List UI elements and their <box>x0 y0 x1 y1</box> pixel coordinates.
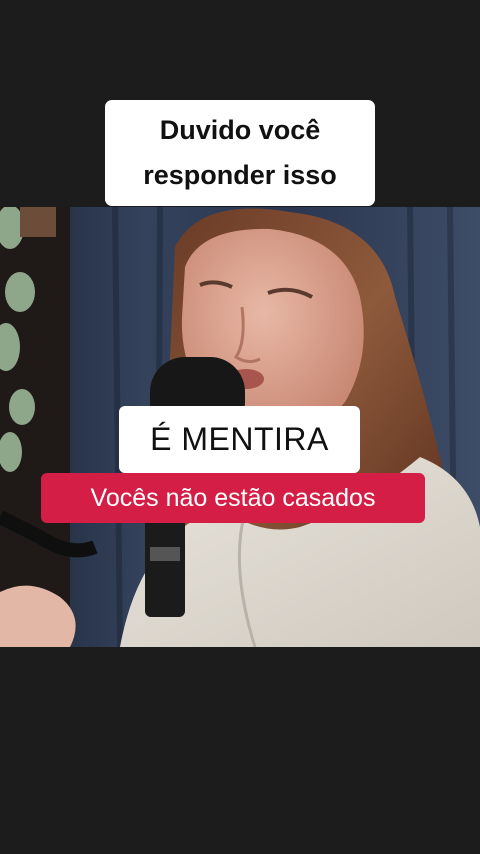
caption-middle: É MENTIRA <box>119 406 360 473</box>
caption-top: Duvido você responder isso <box>105 100 375 206</box>
caption-top-line1: Duvido você <box>159 115 321 145</box>
shelf <box>0 207 70 647</box>
caption-middle-text: É MENTIRA <box>150 421 329 457</box>
subtitle-banner: Vocês não estão casados <box>41 473 425 523</box>
shelf-object <box>20 207 56 237</box>
caption-top-line2: responder isso <box>143 160 337 190</box>
subtitle-text: Vocês não estão casados <box>90 483 376 512</box>
